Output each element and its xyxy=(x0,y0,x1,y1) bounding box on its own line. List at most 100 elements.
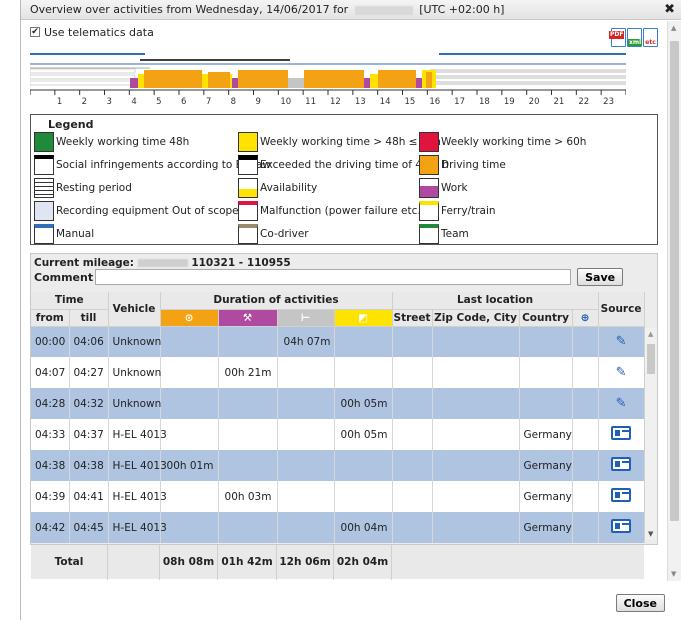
edit-pencil-icon[interactable]: ✎ xyxy=(616,334,627,349)
legend-item-manual: Manual xyxy=(34,224,94,244)
legend-item-out-of-scope: Recording equipment Out of scope xyxy=(34,201,239,221)
availability-cell xyxy=(334,450,393,481)
work-column-icon: ⚒ xyxy=(218,309,278,327)
edit-pencil-icon[interactable]: ✎ xyxy=(616,365,627,380)
source-cell xyxy=(598,450,645,481)
country-cell: Germany xyxy=(519,512,573,543)
save-button[interactable]: Save xyxy=(577,268,624,286)
driver-card-icon[interactable] xyxy=(611,426,632,440)
rest-cell xyxy=(277,419,335,450)
work-cell xyxy=(218,419,278,450)
driving-cell xyxy=(160,357,219,388)
zoom-in-icon[interactable]: ⊕ xyxy=(572,309,599,327)
close-icon[interactable]: ✖ xyxy=(664,0,675,20)
scroll-down-icon[interactable]: ▼ xyxy=(671,570,676,578)
legend-item-team: Team xyxy=(419,224,469,244)
timeline-hour-label: 21 xyxy=(554,97,565,107)
telematics-checkbox[interactable]: ✔ xyxy=(30,27,40,37)
driving-cell: 00h 01m xyxy=(160,450,219,481)
rest-cell xyxy=(277,450,335,481)
timeline-hour-label: 23 xyxy=(603,97,614,107)
redacted-driver-name xyxy=(354,5,413,15)
xml-export-icon[interactable]: xml xyxy=(627,28,643,47)
driver-card-icon[interactable] xyxy=(611,457,632,471)
etc-export-icon[interactable]: etc xyxy=(643,28,658,47)
table-row[interactable]: 04:33 04:37 H-EL 4013 00h 05m Germany xyxy=(31,419,645,450)
driver-card-icon[interactable] xyxy=(611,519,632,533)
last-location-header: Last location xyxy=(392,292,599,310)
till-header[interactable]: till xyxy=(69,309,109,327)
legend-item-weekly-60: Weekly working time > 60h xyxy=(419,132,586,152)
vehicle-cell: H-EL 4013 xyxy=(108,481,167,512)
dialog-scrollbar[interactable]: ▲ ▼ xyxy=(667,21,681,581)
legend-label: Resting period xyxy=(56,182,132,194)
street-cell xyxy=(392,481,433,512)
comment-row: Comment Save xyxy=(31,267,657,287)
till-cell: 04:45 xyxy=(69,512,109,543)
source-cell xyxy=(598,481,645,512)
legend-label: Malfunction (power failure etc.) xyxy=(260,205,425,217)
zoom-cell xyxy=(572,357,599,388)
table-row[interactable]: 04:38 04:38 H-EL 4013 00h 01m Germany xyxy=(31,450,645,481)
timeline-hour-label: 20 xyxy=(529,97,540,107)
timeline-hour-label: 18 xyxy=(479,97,490,107)
driving-swatch-icon xyxy=(419,155,439,175)
country-cell: Germany xyxy=(519,450,573,481)
edit-pencil-icon[interactable]: ✎ xyxy=(616,396,627,411)
timeline-hour-label: 14 xyxy=(380,97,391,107)
timeline-chart: 1 2 3 4 5 6 7 8 9 10 11 12 13 14 15 16 17 18 19 20 21 22 23 xyxy=(30,53,626,107)
rest-cell: 04h 07m xyxy=(277,326,335,357)
time-header: Time xyxy=(31,292,109,310)
table-scrollbar[interactable]: ▲ ▼ xyxy=(644,328,657,540)
availability-swatch-icon xyxy=(238,178,258,198)
zip-city-cell xyxy=(432,419,520,450)
pdf-export-icon[interactable]: PDF xyxy=(609,28,626,47)
legend-label: Work xyxy=(441,182,468,194)
timeline-hour-label: 1 xyxy=(57,97,62,107)
table-row[interactable]: 04:07 04:27 Unknown 00h 21m ✎ xyxy=(31,357,645,388)
timeline-hour-label: 10 xyxy=(280,97,291,107)
scroll-up-icon[interactable]: ▲ xyxy=(648,330,653,338)
scroll-up-icon[interactable]: ▲ xyxy=(671,24,676,32)
legend-label: Weekly working time > 48h ≤ 60h xyxy=(260,136,441,148)
street-cell xyxy=(392,512,433,543)
legend-item-exceeded-driving: Exceeded the driving time of 4:30 h xyxy=(238,155,449,175)
driver-card-icon[interactable] xyxy=(611,488,632,502)
mileage-label: Current mileage: xyxy=(34,257,134,269)
legend-item-driving-time: Driving time xyxy=(419,155,506,175)
telematics-option[interactable]: ✔ Use telematics data xyxy=(30,24,658,40)
table-row[interactable]: 00:00 04:06 Unknown 04h 07m ✎ xyxy=(31,326,645,357)
scroll-down-icon[interactable]: ▼ xyxy=(648,530,653,538)
till-cell: 04:37 xyxy=(69,419,109,450)
legend-label: Driving time xyxy=(441,159,506,171)
legend-item-weekly-48-60: Weekly working time > 48h ≤ 60h xyxy=(238,132,441,152)
from-cell: 04:07 xyxy=(31,357,70,388)
table-row[interactable]: 04:42 04:45 H-EL 4013 00h 04m Germany xyxy=(31,512,645,543)
close-button[interactable]: Close xyxy=(615,594,665,612)
driving-cell xyxy=(160,512,219,543)
scroll-thumb[interactable] xyxy=(670,41,679,521)
legend-label: Recording equipment Out of scope xyxy=(56,205,239,217)
from-header[interactable]: from xyxy=(31,309,70,327)
timeline-hour-label: 22 xyxy=(578,97,589,107)
street-header: Street xyxy=(392,309,433,327)
timeline-hour-label: 12 xyxy=(330,97,341,107)
table-row[interactable]: 04:28 04:32 Unknown 00h 05m ✎ xyxy=(31,388,645,419)
total-label: Total xyxy=(31,545,108,580)
street-cell xyxy=(392,450,433,481)
zip-city-cell xyxy=(432,326,520,357)
co-driver-swatch-icon xyxy=(238,224,258,244)
table-row[interactable]: 04:39 04:41 H-EL 4013 00h 03m Germany xyxy=(31,481,645,512)
table-scroll-thumb[interactable] xyxy=(647,344,655,374)
zip-city-cell xyxy=(432,450,520,481)
total-rest: 12h 06m xyxy=(277,545,334,580)
from-cell: 04:38 xyxy=(31,450,70,481)
source-cell: ✎ xyxy=(598,388,645,419)
vehicle-header[interactable]: Vehicle xyxy=(108,292,161,327)
till-cell: 04:32 xyxy=(69,388,109,419)
yellow-swatch-icon xyxy=(238,132,258,152)
activity-overview-dialog: Overview over activities from Wednesday,… xyxy=(20,0,681,620)
legend-item-ferry-train: Ferry/train xyxy=(419,201,496,221)
dialog-title: Overview over activities from Wednesday,… xyxy=(30,3,349,16)
comment-input[interactable] xyxy=(95,269,572,285)
